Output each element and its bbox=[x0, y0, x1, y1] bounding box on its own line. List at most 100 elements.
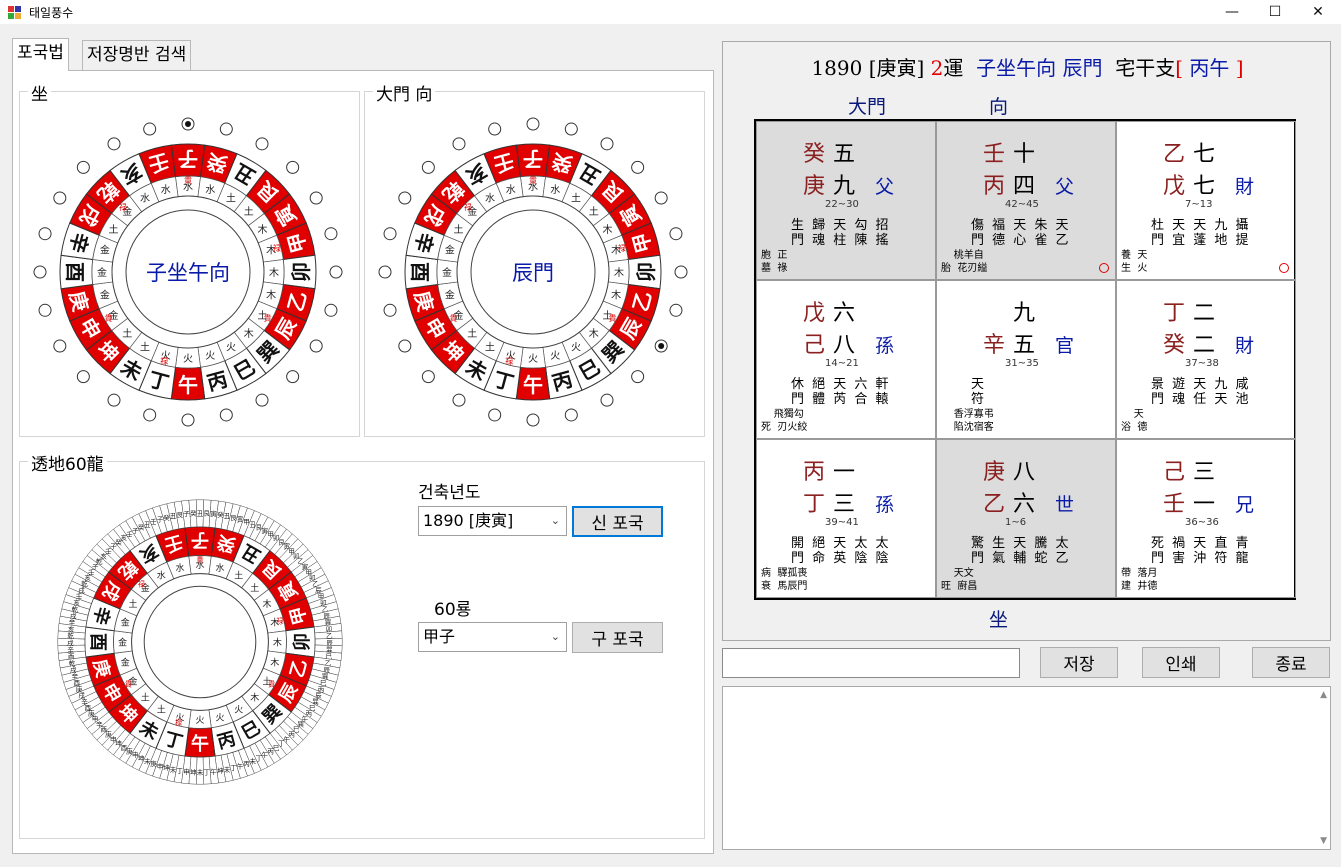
radio-dot[interactable] bbox=[421, 160, 435, 174]
memo-textarea[interactable]: ▲ ▼ bbox=[722, 686, 1331, 850]
radio-dot[interactable] bbox=[383, 303, 397, 317]
header-house-label: 宅干支 bbox=[1115, 56, 1176, 80]
noble-mark: 貴 bbox=[125, 679, 132, 688]
relation: 財 bbox=[1235, 176, 1255, 198]
radio-dot[interactable] bbox=[669, 227, 683, 241]
radio-dot[interactable] bbox=[421, 370, 435, 384]
element-label: 水 bbox=[506, 184, 516, 196]
noble-mark: 禄 bbox=[505, 357, 513, 366]
radio-dot[interactable] bbox=[526, 117, 540, 131]
relation: 孫 bbox=[875, 494, 895, 516]
element-label: 水 bbox=[157, 570, 166, 582]
tab-panel: 坐 子水貴癸水丑土艮土寅木甲木禄卯木乙木辰土貴巽木巳火丙火午火丁火禄未土坤土申金… bbox=[12, 70, 714, 854]
stem-lower: 丙 bbox=[983, 174, 1006, 199]
radio-dot[interactable] bbox=[600, 393, 614, 407]
radio-dot[interactable] bbox=[631, 370, 645, 384]
radio-dot[interactable] bbox=[564, 408, 578, 422]
noble-mark: 貴 bbox=[268, 679, 275, 688]
radio-dot[interactable] bbox=[107, 137, 121, 151]
radio-dot[interactable] bbox=[378, 265, 392, 279]
element-label: 土 bbox=[454, 223, 464, 236]
radio-dot[interactable] bbox=[674, 265, 688, 279]
radio-dot[interactable] bbox=[38, 227, 52, 241]
stem-upper: 壬 bbox=[983, 142, 1006, 167]
radio-dot[interactable] bbox=[488, 408, 502, 422]
age-range: 22~30 bbox=[825, 199, 859, 210]
radio-dot[interactable] bbox=[398, 191, 412, 205]
radio-dot[interactable] bbox=[398, 339, 412, 353]
radio-dot[interactable] bbox=[564, 122, 578, 136]
relation: 財 bbox=[1235, 335, 1255, 357]
sit-compass[interactable]: 子水貴癸水丑土 艮土 寅木 甲木禄卯木乙木辰土貴巽木巳火丙火午火丁火禄未土坤土申 金貴庚… bbox=[20, 92, 359, 436]
palace-note-2: 墓 祿 bbox=[761, 263, 788, 274]
element-label: 木 bbox=[244, 328, 254, 340]
build-year-select[interactable]: 1890 [庚寅] ⌄ bbox=[418, 506, 567, 536]
radio-dot[interactable] bbox=[143, 408, 157, 422]
radio-dot[interactable] bbox=[309, 339, 323, 353]
element-label: 木 bbox=[273, 637, 282, 649]
radio-dot[interactable] bbox=[33, 265, 47, 279]
exit-button[interactable]: 종료 bbox=[1252, 647, 1330, 678]
tab-pogukbeop[interactable]: 포국법 bbox=[12, 38, 69, 71]
palace-cell: 丙一丁三孫 39~41 開 絕 天 太 太門 命 英 陰 陰病 驛孤喪衰 馬辰門 bbox=[756, 439, 936, 598]
chart-panel: 1890 [庚寅] 2運 子坐午向 辰門 宅干支[ 丙午 ] 大門 向 癸五庚九… bbox=[722, 41, 1331, 641]
radio-dot[interactable] bbox=[600, 137, 614, 151]
radio-dot[interactable] bbox=[286, 370, 300, 384]
new-method-button[interactable]: 신 포국 bbox=[572, 506, 663, 537]
tab-saved-search[interactable]: 저장명반 검색 bbox=[82, 40, 192, 70]
radio-selected bbox=[185, 121, 191, 127]
star-upper: 一 bbox=[833, 460, 856, 485]
radio-dot[interactable] bbox=[669, 303, 683, 317]
element-label: 金 bbox=[445, 288, 455, 301]
element-label: 土 bbox=[467, 327, 477, 340]
radio-dot[interactable] bbox=[219, 122, 233, 136]
radio-dot[interactable] bbox=[219, 408, 233, 422]
radio-dot[interactable] bbox=[383, 227, 397, 241]
radio-dot[interactable] bbox=[107, 393, 121, 407]
radio-dot[interactable] bbox=[526, 413, 540, 427]
palace-note-2: 浴 德 bbox=[1121, 422, 1148, 433]
radio-dot[interactable] bbox=[76, 160, 90, 174]
radio-dot[interactable] bbox=[76, 370, 90, 384]
radio-dot[interactable] bbox=[324, 303, 338, 317]
maximize-button[interactable]: ☐ bbox=[1252, 0, 1298, 24]
radio-dot[interactable] bbox=[53, 191, 67, 205]
dragon-select[interactable]: 甲子 ⌄ bbox=[418, 622, 567, 652]
radio-dot[interactable] bbox=[309, 191, 323, 205]
radio-dot[interactable] bbox=[452, 393, 466, 407]
radio-dot[interactable] bbox=[255, 393, 269, 407]
radio-dot[interactable] bbox=[631, 160, 645, 174]
element-label: 土 bbox=[140, 340, 150, 353]
element-label: 水 bbox=[216, 562, 225, 574]
radio-dot[interactable] bbox=[329, 265, 343, 279]
close-button[interactable]: ✕ bbox=[1295, 0, 1341, 24]
scroll-up-icon[interactable]: ▲ bbox=[1320, 690, 1327, 700]
radio-dot[interactable] bbox=[38, 303, 52, 317]
radio-dot[interactable] bbox=[53, 339, 67, 353]
minimize-button[interactable]: — bbox=[1209, 0, 1255, 24]
radio-dot[interactable] bbox=[324, 227, 338, 241]
radio-dot[interactable] bbox=[286, 160, 300, 174]
element-label: 水 bbox=[140, 193, 150, 205]
star-upper: 七 bbox=[1193, 142, 1216, 167]
svg-text:艮: 艮 bbox=[176, 511, 183, 519]
radio-dot[interactable] bbox=[452, 137, 466, 151]
radio-dot[interactable] bbox=[181, 413, 195, 427]
print-button[interactable]: 인쇄 bbox=[1142, 647, 1220, 678]
radio-dot[interactable] bbox=[255, 137, 269, 151]
memo-title-input[interactable] bbox=[722, 648, 1020, 678]
svg-text:坤: 坤 bbox=[163, 763, 170, 772]
gate-compass[interactable]: 子水貴癸水丑土 艮土 寅木 甲木禄卯木乙木辰土貴巽木巳火丙火午火丁火禄未土坤土申 金貴庚… bbox=[365, 92, 704, 436]
age-range: 37~38 bbox=[1185, 358, 1219, 369]
radio-dot[interactable] bbox=[488, 122, 502, 136]
old-method-button[interactable]: 구 포국 bbox=[572, 622, 663, 653]
radio-dot[interactable] bbox=[654, 191, 668, 205]
save-button[interactable]: 저장 bbox=[1040, 647, 1118, 678]
ring-label: 午 bbox=[523, 373, 543, 397]
noble-mark: 貴 bbox=[449, 313, 457, 323]
scroll-down-icon[interactable]: ▼ bbox=[1320, 836, 1327, 846]
radio-dot[interactable] bbox=[143, 122, 157, 136]
dragon-compass[interactable]: 子水貴子癸丑艮寅癸水癸丑艮寅甲丑土丑艮寅甲卯艮土艮寅甲卯乙寅木寅甲卯乙辰甲木禄甲… bbox=[20, 462, 400, 836]
label-to: 向 bbox=[989, 96, 1009, 118]
palace-cell: 庚八乙六世 1~6 驚 生 天 騰 太門 氣 輔 蛇 乙 天文旺 廚昌 bbox=[936, 439, 1116, 598]
